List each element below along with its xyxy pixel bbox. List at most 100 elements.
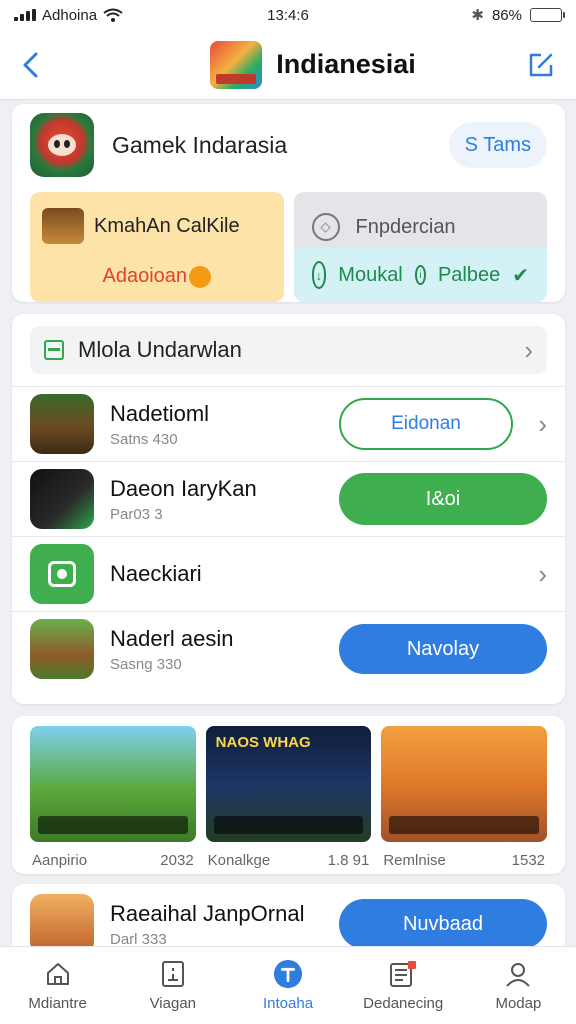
gallery-caption: Remlnise 1532 (381, 852, 547, 869)
tile-left-footer-label: Adaoioan (102, 265, 188, 287)
download-circle-icon: ↓ (311, 261, 327, 289)
battery-icon (530, 8, 565, 22)
document-icon (158, 959, 188, 989)
app-list-card: Mlola Undarwlan › Nadetioml Satns 430 Ei… (12, 314, 565, 704)
tab-label: Intoaha (262, 995, 314, 1012)
gallery-card: Aanpirio 2032 NAOS WHAG Konalkge 1.8 91 … (12, 716, 565, 874)
shield-icon: ◇ (311, 213, 340, 241)
tile-right-title: Fnpdercian (355, 215, 456, 238)
app-icon-dark (30, 469, 94, 529)
tile-right[interactable]: ◇ Fnpdercian ↓ Moukal i Palbee ✔ (293, 192, 548, 302)
tile-right-head: ◇ Fnpdercian (294, 192, 548, 248)
list-item[interactable]: Naderl aesin Sasng 330 Navolay (12, 611, 565, 686)
gallery-caption-label: Remlnise (383, 852, 446, 869)
compose-button[interactable] (506, 35, 576, 95)
section-icon (44, 340, 64, 360)
list-item[interactable]: Daeon IaryKan Par03 3 I&oi (12, 461, 565, 536)
info-circle-icon: i (414, 265, 426, 285)
featured-card: Gamek Indarasia S Tams KmahAn CalKile Ad… (12, 104, 565, 302)
tab-documents[interactable]: Viagan (115, 947, 230, 1024)
section-header[interactable]: Mlola Undarwlan › (30, 326, 547, 374)
chevron-right-icon: › (524, 334, 533, 365)
featured-app-icon[interactable] (30, 113, 94, 177)
download-button[interactable]: Nuvbaad (339, 899, 547, 949)
gallery-item[interactable]: Remlnise 1532 (381, 726, 548, 869)
tile-left-title: KmahAn CalKile (94, 214, 240, 237)
tab-home[interactable]: Mdiantre (0, 947, 115, 1024)
item-action-button[interactable]: Eidonan (339, 398, 513, 450)
bluetooth-icon: ✱ (471, 7, 484, 24)
install-button[interactable]: I&oi (339, 473, 547, 525)
list-item-name: Naderl aesin (110, 625, 234, 651)
image-banner (389, 816, 540, 834)
app-list: Nadetioml Satns 430 Eidonan › Daeon Iary… (12, 386, 565, 686)
chevron-right-icon[interactable]: › (513, 559, 547, 590)
home-icon (43, 959, 73, 989)
list-item-sub: Satns 430 (110, 430, 178, 448)
compose-icon (529, 53, 553, 76)
list-item-name: Naeckiari (110, 561, 202, 586)
gallery-caption-count: 1.8 91 (327, 852, 370, 869)
app-icon-hero (30, 619, 94, 679)
chevron-left-icon (23, 52, 38, 77)
gallery-caption-label: Aanpirio (32, 852, 88, 869)
list-item-meta: Daeon IaryKan Par03 3 (110, 476, 339, 523)
carrier-label: Adhoina (42, 6, 98, 24)
gallery-item[interactable]: Aanpirio 2032 (30, 726, 196, 869)
gallery-caption: Aanpirio 2032 (30, 852, 196, 869)
gallery-caption-count: 1532 (511, 852, 546, 869)
back-button[interactable] (0, 35, 60, 95)
check-icon: ✔ (512, 264, 529, 287)
tab-bar: Mdiantre Viagan Intoaha Dedanecing Modap (0, 946, 576, 1024)
app-logo (210, 40, 263, 89)
tile-right-footer-label: Moukal (338, 263, 403, 286)
chevron-right-icon[interactable]: › (513, 409, 547, 440)
featured-action-button[interactable]: S Tams (448, 122, 547, 168)
tab-label: Viagan (149, 995, 197, 1012)
play-button[interactable]: Navolay (339, 624, 547, 674)
list-item-sub: Darl 333 (110, 930, 167, 948)
tab-profile[interactable]: Modap (461, 947, 576, 1024)
section-title: Mlola Undarwlan (78, 337, 242, 362)
tile-right-footer-suffix: Palbee (437, 263, 501, 286)
image-banner (213, 816, 364, 834)
list-item-name: Nadetioml (110, 400, 210, 426)
list-item-sub: Par03 3 (110, 505, 163, 523)
profile-icon (503, 959, 533, 989)
tab-news[interactable]: Dedanecing (346, 947, 461, 1024)
list-item-meta: Naeckiari (110, 561, 513, 587)
app-icon-house (30, 394, 94, 454)
list-item-meta: Naderl aesin Sasng 330 (110, 626, 339, 673)
gallery-caption: Konalkge 1.8 91 (206, 852, 372, 869)
header-center: Indianesiai (120, 40, 506, 89)
list-item-meta: Nadetioml Satns 430 (110, 401, 339, 448)
orange-badge-icon (189, 265, 212, 288)
news-icon (388, 959, 418, 989)
tab-label: Dedanecing (363, 995, 444, 1012)
gallery-item[interactable]: NAOS WHAG Konalkge 1.8 91 (205, 726, 372, 869)
gallery: Aanpirio 2032 NAOS WHAG Konalkge 1.8 91 … (12, 716, 565, 869)
image-banner (38, 816, 188, 834)
status-right: ✱ 86% (362, 6, 565, 24)
list-item-name: Daeon IaryKan (110, 475, 257, 501)
wifi-icon (103, 8, 123, 22)
list-item[interactable]: Nadetioml Satns 430 Eidonan › (12, 386, 565, 461)
featured-tiles: KmahAn CalKile Adaoioan ◇ Fnpdercian ↓ M… (12, 186, 565, 302)
status-left: Adhoina (14, 7, 214, 24)
battery-percent: 86% (491, 6, 522, 24)
tab-label: Modap (495, 995, 542, 1012)
tile-left-head: KmahAn CalKile (30, 192, 284, 244)
tab-downloads[interactable]: Intoaha (230, 947, 345, 1024)
tile-right-footer: ↓ Moukal i Palbee ✔ (293, 248, 547, 302)
tile-left[interactable]: KmahAn CalKile Adaoioan (30, 192, 284, 302)
signal-icon (14, 9, 36, 21)
list-item-name: Raeaihal JanpOrnal (110, 900, 305, 926)
gallery-image: NAOS WHAG (205, 726, 372, 842)
list-item-meta: Raeaihal JanpOrnal Darl 333 (110, 901, 339, 948)
status-bar: Adhoina 13:4:6 ✱ 86% (0, 0, 576, 30)
hero-thumbnail (42, 208, 84, 244)
page-title: Indianesiai (276, 49, 416, 79)
list-item-sub: Sasng 330 (110, 655, 182, 673)
tile-left-footer: Adaoioan (30, 265, 284, 288)
list-item[interactable]: Naeckiari › (12, 536, 565, 611)
